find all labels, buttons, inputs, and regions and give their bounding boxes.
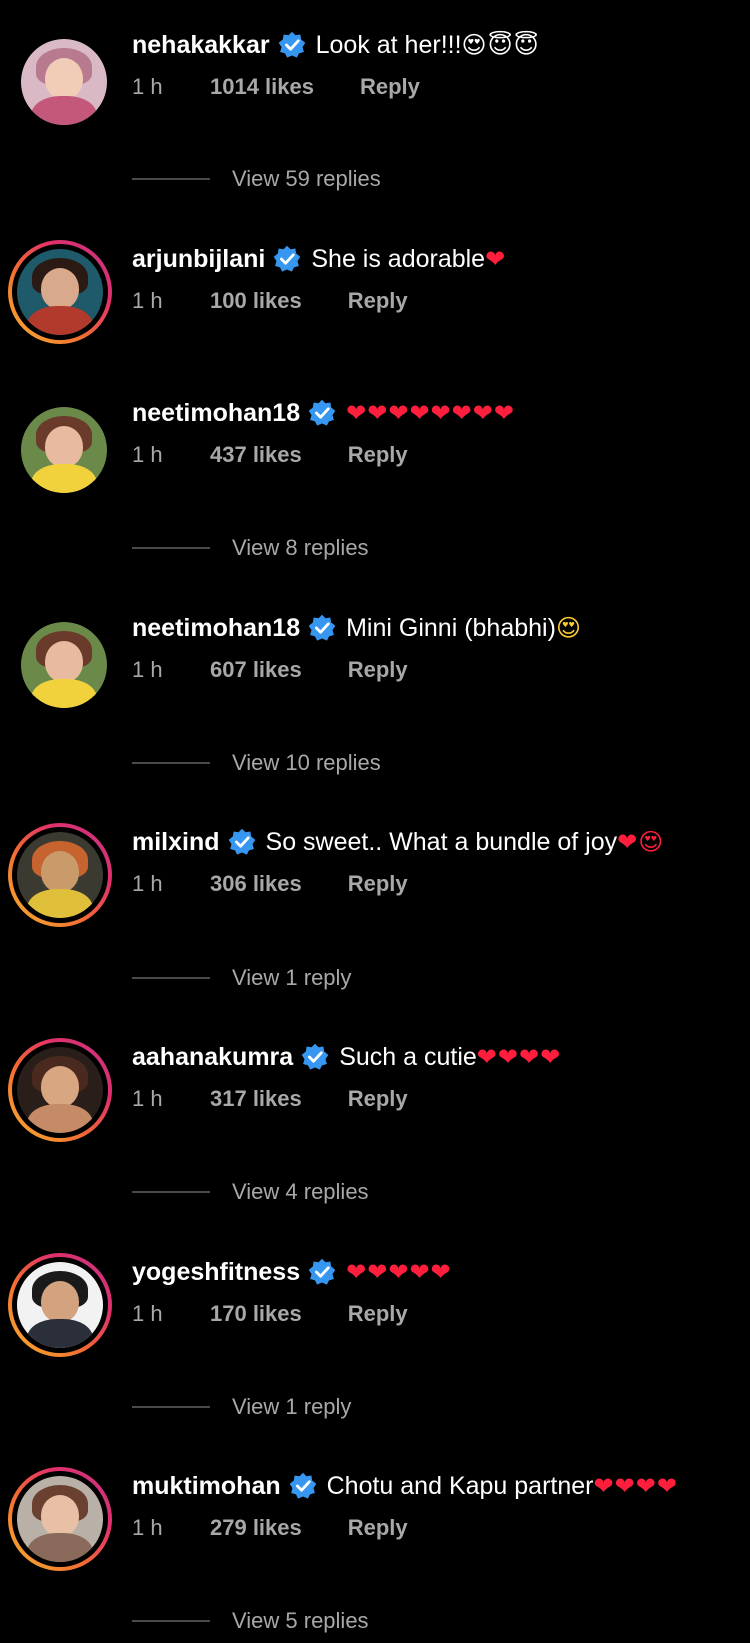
likes-count[interactable]: 437 likes <box>210 442 302 468</box>
avatar[interactable] <box>8 1467 112 1571</box>
username[interactable]: neetimohan18 <box>132 609 300 647</box>
verified-badge-icon <box>228 828 255 855</box>
avatar[interactable] <box>12 30 116 134</box>
emoji-text: 😍 <box>555 614 582 642</box>
reply-button[interactable]: Reply <box>348 442 408 468</box>
divider-line <box>132 762 210 764</box>
divider-line <box>132 1191 210 1193</box>
username[interactable]: arjunbijlani <box>132 240 265 278</box>
comment-text: Such a cutie <box>339 1043 477 1071</box>
comment-time: 1 h <box>132 657 163 682</box>
comment-text: Look at her!!! <box>315 31 462 59</box>
view-replies-button[interactable]: View 8 replies <box>132 535 369 561</box>
likes-count[interactable]: 306 likes <box>210 871 302 897</box>
comment-time: 1 h <box>132 871 163 896</box>
reply-button[interactable]: Reply <box>348 871 408 897</box>
view-replies-label: View 1 reply <box>232 1394 352 1419</box>
emoji-text: ❤❤❤❤ <box>476 1043 562 1071</box>
verified-badge-icon <box>301 1043 329 1070</box>
comment-text: So sweet.. What a bundle of joy <box>265 828 618 856</box>
divider-line <box>132 178 210 180</box>
comment-text: Mini Ginni (bhabhi) <box>346 614 556 642</box>
divider-line <box>132 1406 210 1408</box>
emoji-text: ❤ <box>485 245 507 273</box>
avatar[interactable] <box>8 823 112 927</box>
username[interactable]: nehakakkar <box>132 26 270 64</box>
view-replies-button[interactable]: View 10 replies <box>132 750 381 776</box>
comment-time: 1 h <box>132 1086 163 1111</box>
likes-count[interactable]: 100 likes <box>210 288 302 314</box>
avatar[interactable] <box>8 1253 112 1357</box>
comments-list: nehakakkar Look at her!!! 😍😇😇 1 h 1014 l… <box>0 0 750 1643</box>
comment-text: She is adorable <box>311 245 486 273</box>
emoji-text: 😍😇😇 <box>461 31 540 59</box>
verified-badge-icon <box>289 1472 316 1499</box>
comment-time: 1 h <box>132 74 163 99</box>
view-replies-button[interactable]: View 5 replies <box>132 1608 369 1634</box>
view-replies-label: View 8 replies <box>232 535 369 560</box>
reply-button[interactable]: Reply <box>360 74 420 100</box>
username[interactable]: neetimohan18 <box>132 394 300 432</box>
view-replies-label: View 1 reply <box>232 965 352 990</box>
username[interactable]: muktimohan <box>132 1467 281 1505</box>
reply-button[interactable]: Reply <box>348 1301 408 1327</box>
reply-button[interactable]: Reply <box>348 288 408 314</box>
divider-line <box>132 547 210 549</box>
view-replies-label: View 10 replies <box>232 750 381 775</box>
verified-badge-icon <box>308 1258 336 1285</box>
view-replies-button[interactable]: View 4 replies <box>132 1179 369 1205</box>
view-replies-button[interactable]: View 1 reply <box>132 965 351 991</box>
likes-count[interactable]: 279 likes <box>210 1515 302 1541</box>
divider-line <box>132 977 210 979</box>
comment-time: 1 h <box>132 288 163 313</box>
verified-badge-icon <box>308 614 336 641</box>
emoji-text: ❤❤❤❤❤❤❤❤ <box>346 399 515 427</box>
verified-badge-icon <box>308 399 336 426</box>
verified-badge-icon <box>274 245 301 272</box>
comment-time: 1 h <box>132 442 163 467</box>
view-replies-label: View 5 replies <box>232 1608 369 1633</box>
emoji-text: ❤❤❤❤ <box>593 1472 678 1500</box>
divider-line <box>132 1620 210 1622</box>
view-replies-label: View 4 replies <box>232 1179 369 1204</box>
username[interactable]: milxind <box>132 823 220 861</box>
view-replies-button[interactable]: View 1 reply <box>132 1394 351 1420</box>
comment-text: Chotu and Kapu partner <box>326 1472 594 1500</box>
avatar[interactable] <box>8 1038 112 1142</box>
view-replies-label: View 59 replies <box>232 166 381 191</box>
likes-count[interactable]: 1014 likes <box>210 74 314 100</box>
avatar[interactable] <box>8 240 112 344</box>
emoji-text: ❤😍 <box>617 828 665 856</box>
verified-badge-icon <box>278 31 305 58</box>
reply-button[interactable]: Reply <box>348 657 408 683</box>
likes-count[interactable]: 607 likes <box>210 657 302 683</box>
comment-time: 1 h <box>132 1301 163 1326</box>
reply-button[interactable]: Reply <box>348 1515 408 1541</box>
username[interactable]: yogeshfitness <box>132 1253 300 1291</box>
username[interactable]: aahanakumra <box>132 1038 293 1076</box>
avatar[interactable] <box>12 613 116 717</box>
avatar[interactable] <box>12 398 116 502</box>
view-replies-button[interactable]: View 59 replies <box>132 166 381 192</box>
likes-count[interactable]: 317 likes <box>210 1086 302 1112</box>
emoji-text: ❤❤❤❤❤ <box>346 1258 452 1286</box>
comment-time: 1 h <box>132 1515 163 1540</box>
likes-count[interactable]: 170 likes <box>210 1301 302 1327</box>
reply-button[interactable]: Reply <box>348 1086 408 1112</box>
